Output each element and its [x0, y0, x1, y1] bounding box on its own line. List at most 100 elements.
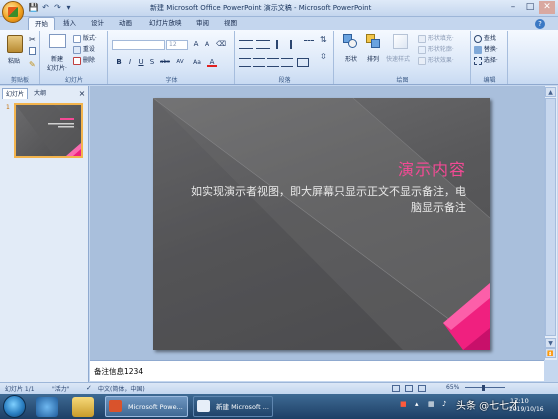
ie-icon[interactable] — [36, 397, 58, 417]
decrease-indent-icon[interactable] — [276, 40, 286, 49]
line-spacing-icon[interactable] — [304, 40, 314, 49]
tab-animation[interactable]: 动画 — [113, 17, 138, 30]
scroll-down-icon[interactable]: ▼ — [545, 338, 556, 348]
shape-effects-button[interactable]: 形状效果· — [418, 56, 454, 65]
select-label: 选择· — [483, 57, 498, 64]
theme-name: "活力" — [52, 386, 70, 393]
notes-pane[interactable] — [90, 360, 544, 381]
slide-canvas[interactable]: 演示内容 如实现演示者视图，即大屏幕只显示正文不显示备注，电脑显示备注 — [153, 98, 490, 350]
close-button[interactable]: ✕ — [539, 1, 555, 14]
font-name-input[interactable] — [112, 40, 165, 50]
clock-time[interactable]: 17:10 — [510, 397, 529, 405]
shadow-button[interactable]: S — [147, 58, 157, 67]
notification-icon[interactable]: ■ — [400, 400, 407, 408]
taskbar-document-label: 新建 Microsoft ... — [216, 403, 269, 411]
slide-thumbnail[interactable] — [14, 103, 83, 158]
network-icon[interactable]: ▦ — [428, 400, 435, 408]
numbering-icon[interactable] — [256, 40, 270, 49]
tab-slideshow[interactable]: 幻灯片放映 — [143, 17, 188, 30]
italic-button[interactable]: I — [125, 58, 135, 67]
bold-button[interactable]: B — [114, 58, 124, 67]
font-color-button[interactable]: A — [207, 58, 217, 67]
find-button[interactable]: 查找 — [474, 34, 496, 43]
bullets-icon[interactable] — [239, 40, 253, 49]
replace-button[interactable]: 替换· — [474, 45, 498, 54]
select-button[interactable]: 选择· — [474, 56, 498, 65]
tab-design[interactable]: 设计 — [85, 17, 110, 30]
office-button[interactable] — [2, 1, 24, 23]
minimize-button[interactable]: – — [505, 1, 521, 14]
save-icon[interactable]: 💾 — [28, 2, 39, 13]
align-left-icon[interactable] — [239, 58, 251, 67]
slide-title[interactable]: 演示内容 — [153, 156, 466, 180]
format-painter-icon[interactable]: ✎ — [29, 60, 36, 69]
underline-button[interactable]: U — [136, 58, 146, 67]
zoom-slider[interactable] — [465, 385, 505, 391]
cut-icon[interactable]: ✂ — [29, 35, 36, 44]
new-slide-label[interactable]: 新建 — [51, 54, 63, 63]
undo-icon[interactable]: ↶ — [40, 2, 51, 13]
redo-icon[interactable]: ↷ — [52, 2, 63, 13]
char-spacing-button[interactable]: AV — [174, 58, 186, 67]
tab-outline-pane[interactable]: 大纲 — [31, 88, 49, 99]
quick-styles-label[interactable]: 快速样式 — [386, 54, 410, 63]
slideshow-view-icon[interactable] — [418, 385, 426, 392]
spell-check-icon[interactable]: ✓ — [86, 384, 92, 392]
paragraph-group-label: 段落 — [278, 77, 291, 84]
maximize-button[interactable]: □ — [522, 1, 538, 14]
pane-close-button[interactable]: × — [77, 88, 87, 99]
font-size-input[interactable]: 12 — [166, 40, 188, 50]
tab-home[interactable]: 开始 — [28, 17, 55, 30]
notes-text[interactable]: 备注信息1234 — [94, 366, 143, 377]
paste-icon[interactable] — [7, 35, 23, 53]
shapes-label[interactable]: 形状 — [345, 54, 357, 63]
tab-view[interactable]: 视图 — [218, 17, 243, 30]
shrink-font-icon[interactable]: A — [202, 40, 212, 49]
help-icon[interactable]: ? — [535, 19, 545, 29]
slide-body-text[interactable]: 如实现演示者视图，即大屏幕只显示正文不显示备注，电脑显示备注 — [183, 184, 466, 216]
replace-label: 替换· — [483, 46, 498, 53]
text-direction-icon[interactable]: ⇅ — [320, 35, 327, 44]
new-slide-label-2[interactable]: 幻灯片· — [47, 63, 67, 72]
shapes-icon[interactable] — [343, 34, 358, 49]
customize-qat-icon[interactable]: ▾ — [63, 2, 74, 13]
grow-font-icon[interactable]: A — [191, 40, 201, 49]
start-button[interactable] — [3, 395, 26, 418]
tab-insert[interactable]: 插入 — [57, 17, 82, 30]
volume-icon[interactable]: ♪ — [442, 400, 446, 408]
strikethrough-button[interactable]: abc — [158, 58, 172, 67]
arrange-icon[interactable] — [366, 34, 381, 49]
copy-icon[interactable] — [29, 47, 36, 55]
quick-styles-icon[interactable] — [393, 34, 408, 49]
scroll-up-icon[interactable]: ▲ — [545, 87, 556, 97]
normal-view-icon[interactable] — [392, 385, 400, 392]
delete-button[interactable]: 删除 — [73, 56, 95, 65]
explorer-icon[interactable] — [72, 397, 94, 417]
tab-review[interactable]: 审阅 — [190, 17, 215, 30]
paste-label[interactable]: 粘贴 — [8, 56, 20, 65]
language-label[interactable]: 中文(简体，中国) — [98, 384, 145, 393]
scroll-thumb[interactable] — [545, 98, 556, 336]
shape-outline-icon — [418, 45, 426, 54]
arrow-icon[interactable]: ▴ — [415, 400, 419, 408]
align-text-icon[interactable]: ⇳ — [320, 52, 327, 61]
layout-button[interactable]: 版式· — [73, 34, 97, 43]
align-center-icon[interactable] — [253, 58, 265, 67]
shape-outline-button[interactable]: 形状轮廓· — [418, 45, 454, 54]
new-slide-icon[interactable] — [49, 34, 66, 48]
justify-icon[interactable] — [281, 58, 293, 67]
change-case-button[interactable]: Aa — [191, 58, 203, 67]
columns-icon[interactable] — [297, 58, 309, 67]
shape-fill-button[interactable]: 形状填充· — [418, 34, 454, 43]
increase-indent-icon[interactable] — [290, 40, 300, 49]
find-icon — [474, 34, 482, 43]
tab-slides-pane[interactable]: 幻灯片 — [2, 88, 29, 99]
align-right-icon[interactable] — [267, 58, 279, 67]
arrange-label[interactable]: 排列 — [367, 54, 379, 63]
sorter-view-icon[interactable] — [405, 385, 413, 392]
previous-slide-icon[interactable]: ⏫ — [545, 348, 556, 358]
reset-button[interactable]: 重设 — [73, 45, 95, 54]
zoom-level[interactable]: 65% — [446, 384, 459, 391]
clock-date[interactable]: 2019/10/16 — [509, 406, 544, 413]
clear-format-icon[interactable]: ⌫ — [216, 40, 226, 49]
